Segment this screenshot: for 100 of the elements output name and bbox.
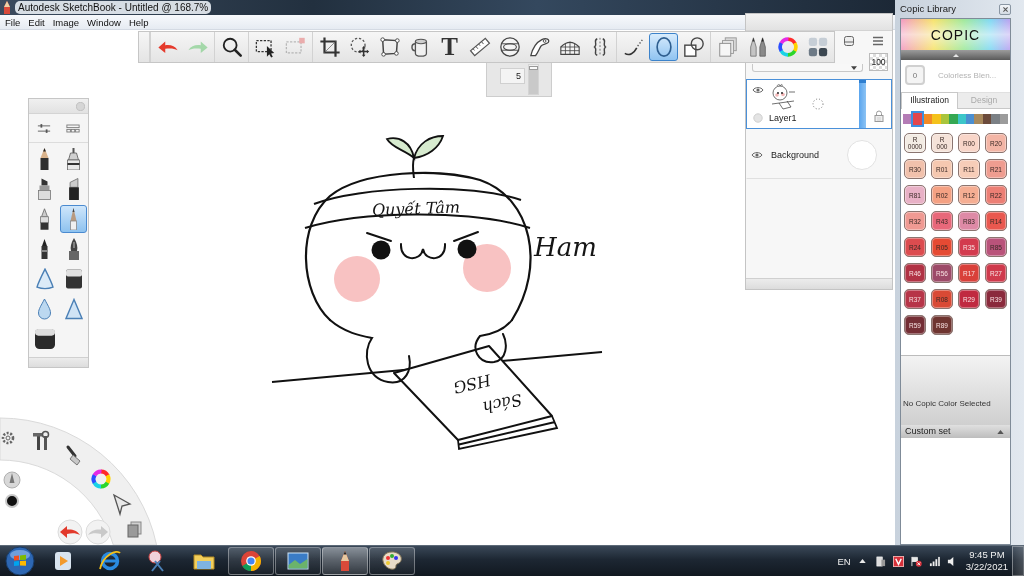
undo-icon: [60, 526, 80, 538]
menu-icon[interactable]: [872, 35, 884, 47]
window-title: Copic Library: [900, 3, 956, 15]
color-wheel-icon[interactable]: [91, 469, 111, 489]
device-icon[interactable]: [874, 555, 886, 567]
brush-pen-icon: [41, 238, 48, 260]
layers-icon: [716, 36, 739, 58]
menu-item[interactable]: Help: [124, 15, 153, 29]
layer-name: Background: [771, 150, 821, 160]
color-family-icon[interactable]: [949, 114, 958, 124]
panel-resize-handle[interactable]: [746, 278, 892, 289]
color-family-icon[interactable]: [991, 114, 1000, 124]
color-family-icon[interactable]: [903, 114, 912, 124]
pen-tip-icon[interactable]: [3, 471, 21, 489]
undo-button[interactable]: [57, 519, 83, 545]
tools-icon[interactable]: [33, 430, 50, 450]
clock-date: 3/22/2021: [965, 561, 1008, 573]
text-tool-button[interactable]: T: [435, 33, 464, 61]
section-title: Custom set: [905, 426, 951, 437]
marker-icon: [38, 178, 51, 200]
color-family-icon[interactable]: [923, 114, 933, 124]
speaker-icon[interactable]: [946, 555, 956, 567]
eye-icon[interactable]: [751, 151, 763, 159]
signal-icon[interactable]: [928, 555, 940, 567]
show-desktop-button[interactable]: [1012, 546, 1024, 576]
color-family-icon[interactable]: [911, 111, 924, 127]
palette-resize-handle[interactable]: [29, 357, 88, 367]
color-family-icon[interactable]: [940, 114, 950, 124]
color-family-icon[interactable]: [932, 114, 941, 124]
caret-icon: [851, 65, 857, 70]
brush-color-icon[interactable]: [5, 494, 19, 508]
flag-icon[interactable]: [910, 555, 922, 567]
taskbar-button[interactable]: [275, 547, 321, 575]
arrow-up-icon[interactable]: [858, 559, 866, 563]
layer-row[interactable]: Layer1: [746, 79, 892, 129]
sliders-icon[interactable]: [36, 122, 51, 134]
lock-icon[interactable]: [873, 110, 884, 122]
cursor-arrow-icon[interactable]: [112, 493, 132, 517]
tab[interactable]: Illustration: [901, 92, 958, 109]
picture-icon: [286, 549, 310, 573]
color-swatch-icon[interactable]: [847, 140, 877, 170]
collapse-icon: [997, 429, 1004, 434]
paintbrush-icon[interactable]: [66, 445, 81, 466]
mouth: [400, 243, 446, 260]
color-family-icon[interactable]: [982, 114, 992, 124]
opacity-field[interactable]: 100: [869, 53, 888, 71]
layers-icon[interactable]: [127, 521, 142, 538]
move-icon: [348, 36, 371, 58]
brush-size-field[interactable]: 5: [500, 68, 525, 84]
window-title: Autodesk SketchBook - Untitled @ 168.7%: [15, 1, 212, 14]
tile-grid-icon: [806, 36, 829, 58]
color-family-icon[interactable]: [957, 114, 966, 124]
start-orb-icon: [5, 546, 35, 576]
layer-row[interactable]: Background: [746, 131, 892, 179]
layer-icon[interactable]: [843, 35, 855, 47]
color-family-icon[interactable]: [974, 114, 983, 124]
colorless-blender-swatch[interactable]: 0: [905, 65, 925, 85]
menu-item[interactable]: Edit: [24, 15, 49, 29]
arm: [474, 319, 513, 364]
taskbar-button[interactable]: [228, 547, 274, 575]
badge-icon[interactable]: [892, 555, 904, 567]
close-button[interactable]: [999, 3, 1011, 15]
menu-item[interactable]: Window: [83, 15, 125, 29]
technical-pen-icon: [67, 148, 80, 170]
menu-item[interactable]: File: [1, 15, 25, 29]
round-logo-icon: [239, 549, 263, 573]
pen-tip-icon: [70, 208, 77, 230]
eyebrow: [366, 232, 392, 242]
menu-item[interactable]: Image: [48, 15, 84, 29]
square-circle-icon: [682, 36, 705, 58]
dotted-circle-icon: [812, 98, 824, 110]
eyebrow: [453, 231, 479, 242]
eye-icon[interactable]: [752, 86, 764, 94]
headband-text: Quyết Tâm: [371, 197, 461, 220]
language-indicator[interactable]: EN: [837, 555, 851, 567]
ellipse-button[interactable]: [649, 33, 678, 61]
color-family-icon[interactable]: [999, 114, 1009, 124]
color-family-icon[interactable]: [965, 114, 975, 124]
gear-icon[interactable]: [1, 431, 15, 445]
fountain-pen-icon: [68, 238, 79, 260]
eye: [457, 239, 477, 259]
taskbar-button[interactable]: [322, 547, 368, 575]
pen-icon: [40, 208, 49, 230]
eraser-icon: [34, 328, 55, 350]
eraser-icon: [65, 268, 82, 290]
brush-library-icon[interactable]: [66, 122, 81, 134]
redo-icon: [88, 526, 108, 538]
logo-text: COPIC: [930, 26, 981, 43]
custom-set-header[interactable]: Custom set: [901, 425, 1010, 438]
cheek: [463, 244, 511, 292]
browser-icon: [98, 549, 122, 573]
pencil-icon: [3, 1, 11, 14]
close-icon: [1001, 5, 1009, 13]
eye: [371, 240, 391, 260]
triangle-icon: [64, 298, 83, 320]
palette-icon: [380, 549, 404, 573]
ellipse-guide-icon: [498, 36, 521, 58]
french-curve-icon: [528, 36, 551, 58]
taskbar-button[interactable]: [369, 547, 415, 575]
slider-thumb[interactable]: [529, 66, 538, 71]
